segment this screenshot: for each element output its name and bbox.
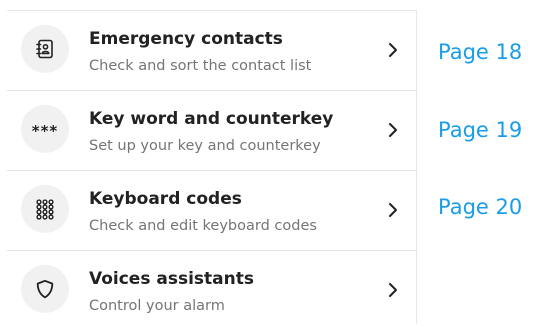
page-reference: Page 20 <box>438 195 523 219</box>
menu-item-title: Key word and counterkey <box>89 109 334 129</box>
settings-menu: Emergency contacts Check and sort the co… <box>7 10 417 324</box>
asterisks-icon: *** <box>31 121 59 140</box>
menu-item-subtitle: Control your alarm <box>89 298 225 314</box>
contact-book-icon <box>36 39 53 59</box>
menu-item-emergency-contacts[interactable]: Emergency contacts Check and sort the co… <box>7 11 417 90</box>
menu-item-subtitle: Check and edit keyboard codes <box>89 218 317 234</box>
icon-circle <box>21 185 69 233</box>
chevron-right-icon <box>389 203 397 217</box>
chevron-right-icon <box>389 123 397 137</box>
page-reference: Page 19 <box>438 118 523 142</box>
menu-item-title: Voices assistants <box>89 269 254 289</box>
menu-item-keyboard-codes[interactable]: Keyboard codes Check and edit keyboard c… <box>7 171 417 250</box>
chevron-right-icon <box>389 43 397 57</box>
menu-item-title: Keyboard codes <box>89 189 242 209</box>
menu-item-key-word[interactable]: *** Key word and counterkey Set up your … <box>7 91 417 170</box>
chevron-right-icon <box>389 283 397 297</box>
icon-circle <box>21 265 69 313</box>
keypad-grid-icon <box>36 199 54 220</box>
menu-item-voice-assistants[interactable]: Voices assistants Control your alarm <box>7 251 417 330</box>
menu-item-title: Emergency contacts <box>89 29 283 49</box>
menu-item-subtitle: Set up your key and counterkey <box>89 138 321 154</box>
shield-icon <box>36 279 54 299</box>
icon-circle <box>21 25 69 73</box>
icon-circle: *** <box>21 105 69 153</box>
menu-item-subtitle: Check and sort the contact list <box>89 58 312 74</box>
page-reference: Page 18 <box>438 40 523 64</box>
